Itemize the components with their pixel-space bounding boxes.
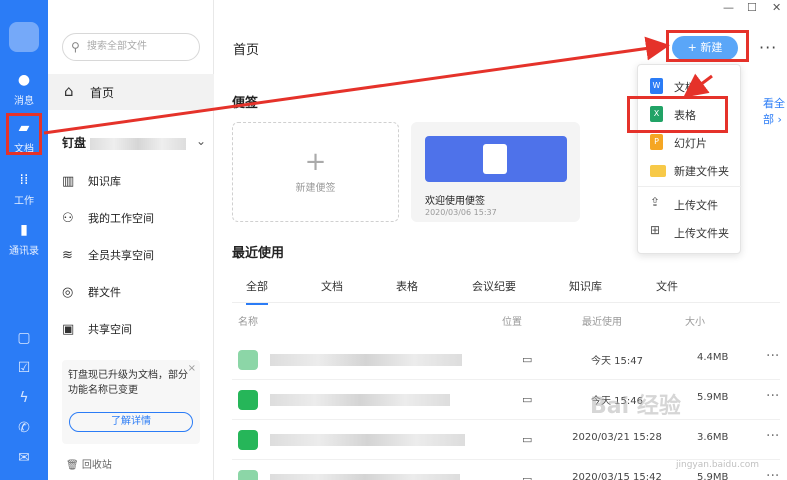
watermark-logo: Bai 经验: [590, 394, 681, 419]
watermark-url: jingyan.baidu.com: [676, 460, 760, 470]
arrow-to-new-button: [43, 36, 670, 135]
arrow-to-sheet-item: [683, 73, 713, 98]
